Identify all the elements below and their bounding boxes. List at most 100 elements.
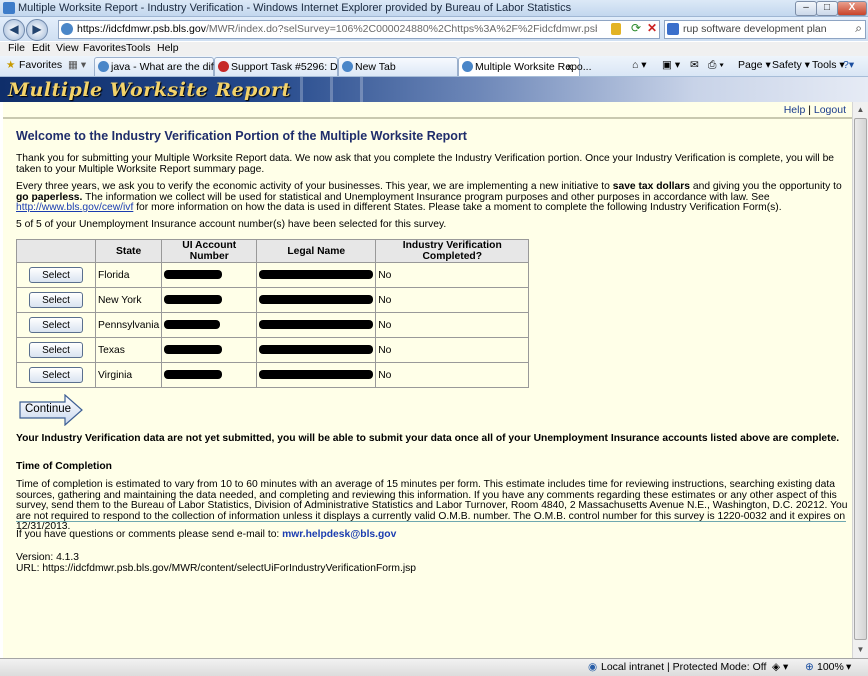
tab-close-icon[interactable]: x [567, 61, 572, 73]
favorites-button[interactable]: Favorites [19, 59, 62, 71]
page-content: Help | Logout Welcome to the Industry Ve… [3, 102, 852, 658]
tab-new-icon [342, 61, 353, 72]
table-header-row: State UI Account Number Legal Name Indus… [16, 239, 530, 263]
tab-mwr-icon [462, 61, 473, 72]
forward-arrow-icon[interactable]: ▶ [26, 19, 48, 41]
mail-icon[interactable]: ✉ [690, 59, 699, 71]
page-icon [61, 23, 73, 35]
redacted-account [164, 345, 223, 355]
completed-cell: No [375, 337, 530, 363]
logout-link[interactable]: Logout [814, 104, 846, 116]
cew-ivf-link[interactable]: http://www.bls.gov/cew/ivf [16, 202, 133, 213]
col-header-state: State [94, 239, 163, 263]
safety-menu[interactable]: Safety ▾ [772, 59, 810, 71]
redacted-account [164, 320, 221, 330]
search-box[interactable]: rup software development plan ⌕ [664, 20, 866, 39]
tools-menu[interactable]: Tools ▾ [812, 59, 845, 71]
table-row: Select New York No [16, 287, 530, 313]
tab-new-tab[interactable]: New Tab [338, 57, 458, 76]
select-button-virginia[interactable]: Select [29, 367, 83, 383]
redacted-legal-name [259, 345, 374, 355]
continue-label: Continue [25, 403, 72, 415]
version-info: Version: 4.1.3 URL: https://idcfdmwr.psb… [16, 552, 416, 574]
zoom-dropdown-icon[interactable]: ▾ [846, 661, 851, 673]
accounts-table: State UI Account Number Legal Name Indus… [16, 239, 530, 388]
back-arrow-icon[interactable]: ◀ [3, 19, 25, 41]
redacted-legal-name [259, 270, 374, 280]
minimize-button[interactable]: – [795, 1, 817, 16]
feeds-icon[interactable]: ▣ ▾ [662, 59, 680, 71]
scroll-up-arrow-icon[interactable]: ▲ [854, 103, 867, 117]
print-icon[interactable]: ⎙ ▾ [708, 59, 724, 72]
select-button-new-york[interactable]: Select [29, 292, 83, 308]
col-header-ui-account: UI Account Number [161, 239, 258, 263]
state-cell: Virginia [94, 362, 163, 388]
address-url[interactable]: https://idcfdmwr.psb.bls.gov/MWR/index.d… [77, 23, 597, 35]
banner-stripe [360, 77, 363, 102]
menu-view[interactable]: View [56, 42, 79, 54]
favorites-star-icon[interactable]: ★ [6, 59, 15, 71]
protected-mode-icon[interactable]: ◈ ▾ [772, 661, 788, 673]
col-header-action [16, 239, 96, 263]
menu-favorites[interactable]: Favorites [83, 42, 126, 54]
select-button-florida[interactable]: Select [29, 267, 83, 283]
scroll-thumb[interactable] [854, 118, 867, 640]
thanks-paragraph: Thank you for submitting your Multiple W… [16, 153, 835, 175]
version-text: Version: 4.1.3 [16, 552, 79, 563]
intranet-zone-icon: ◉ [588, 661, 598, 673]
address-toolbar: ◀ ▶ https://idcfdmwr.psb.bls.gov/MWR/ind… [0, 17, 868, 41]
window-title-bar: Multiple Worksite Report - Industry Veri… [0, 0, 868, 17]
top-links: Help | Logout [784, 104, 846, 116]
redacted-account [164, 270, 223, 280]
tab-java[interactable]: java - What are the differe... [94, 57, 240, 76]
scroll-down-arrow-icon[interactable]: ▼ [854, 643, 867, 657]
redacted-legal-name [259, 370, 374, 380]
continue-button[interactable]: Continue [19, 394, 83, 426]
redacted-account [164, 370, 223, 380]
vertical-scrollbar[interactable]: ▲ ▼ [852, 102, 868, 658]
menu-file[interactable]: File [8, 42, 25, 54]
stop-icon[interactable]: ✕ [647, 21, 657, 35]
security-zone-text[interactable]: Local intranet | Protected Mode: Off [601, 661, 766, 673]
url-text: URL: https://idcfdmwr.psb.bls.gov/MWR/co… [16, 562, 416, 574]
help-menu[interactable]: ?▾ [843, 59, 854, 71]
tab-multiple-worksite[interactable]: Multiple Worksite Repo... x [458, 57, 592, 76]
redacted-legal-name [259, 320, 374, 330]
select-button-texas[interactable]: Select [29, 342, 83, 358]
section-divider [16, 521, 846, 522]
window-title: Multiple Worksite Report - Industry Veri… [18, 2, 572, 14]
tab-support-task[interactable]: Support Task #5296: Deplo... [214, 57, 366, 76]
zoom-level[interactable]: 100% [817, 661, 844, 673]
time-of-completion-heading: Time of Completion [16, 461, 112, 472]
zoom-icon[interactable]: ⊕ [805, 661, 814, 673]
completed-cell: No [375, 262, 530, 288]
lock-icon[interactable] [611, 23, 621, 35]
menu-help[interactable]: Help [157, 42, 179, 54]
helpdesk-email-link[interactable]: mwr.helpdesk@bls.gov [282, 529, 396, 540]
menu-edit[interactable]: Edit [32, 42, 50, 54]
site-logo-title: Multiple Worksite Report [8, 79, 291, 101]
redacted-legal-name [259, 295, 374, 305]
state-cell: Texas [94, 337, 163, 363]
refresh-icon[interactable]: ⟳ [631, 21, 641, 35]
table-row: Select Pennsylvania No [16, 312, 530, 338]
table-row: Select Virginia No [16, 362, 530, 388]
search-input[interactable]: rup software development plan [683, 23, 827, 35]
ie-app-icon [3, 2, 15, 14]
completed-cell: No [375, 312, 530, 338]
menu-bar: File Edit View Favorites Tools Help [0, 42, 868, 56]
select-button-pennsylvania[interactable]: Select [29, 317, 83, 333]
help-link[interactable]: Help [784, 104, 806, 116]
page-menu[interactable]: Page ▾ [738, 59, 771, 71]
quick-tabs-icon[interactable]: ▦ ▾ [68, 59, 86, 71]
maximize-button[interactable]: □ [816, 1, 838, 16]
menu-tools[interactable]: Tools [126, 42, 151, 54]
address-bar[interactable]: https://idcfdmwr.psb.bls.gov/MWR/index.d… [58, 20, 660, 39]
col-header-completed: Industry Verification Completed? [375, 239, 530, 263]
home-icon[interactable]: ⌂ ▾ [632, 59, 647, 71]
close-window-button[interactable]: X [837, 1, 867, 16]
page-title: Welcome to the Industry Verification Por… [16, 129, 467, 143]
search-icon[interactable]: ⌕ [855, 21, 862, 36]
table-row: Select Florida No [16, 262, 530, 288]
state-cell: Florida [94, 262, 163, 288]
